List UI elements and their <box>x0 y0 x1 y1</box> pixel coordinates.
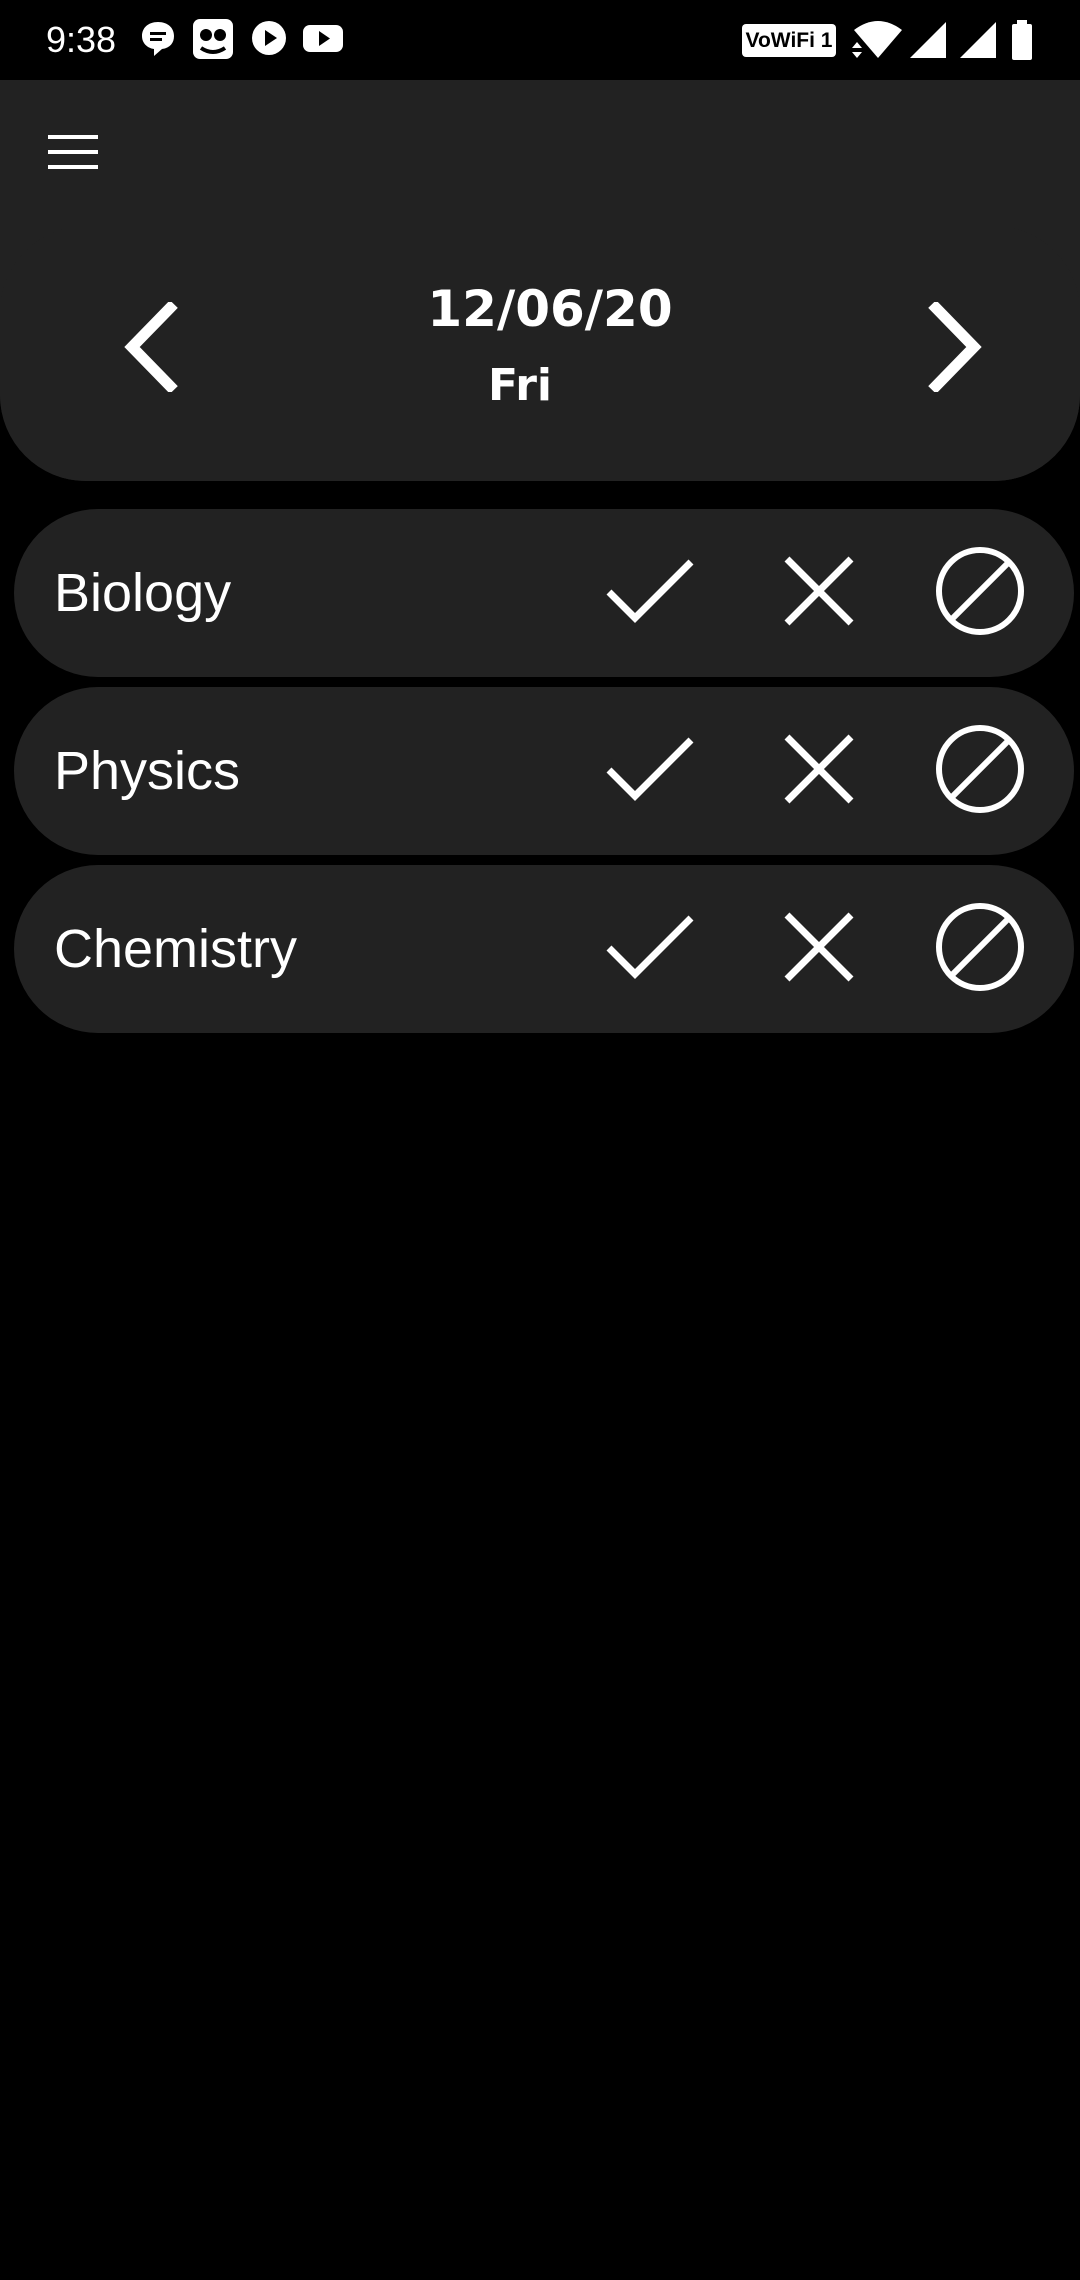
mark-present-button[interactable] <box>600 899 700 999</box>
status-time: 9:38 <box>46 19 117 60</box>
menu-button[interactable] <box>28 116 118 192</box>
mark-present-button[interactable] <box>600 721 700 821</box>
check-icon <box>605 556 695 630</box>
chat-bubble-icon <box>140 18 176 62</box>
check-icon <box>605 912 695 986</box>
mark-cancelled-button[interactable] <box>930 899 1030 999</box>
status-bar: 9:38 VoWiFi 1 <box>0 0 1080 80</box>
subject-row-biology: Biology <box>14 509 1074 677</box>
check-icon <box>605 734 695 808</box>
signal-icon <box>908 18 948 62</box>
wifi-calling-badge: VoWiFi 1 <box>742 24 836 57</box>
mark-cancelled-button[interactable] <box>930 543 1030 643</box>
mark-absent-button[interactable] <box>769 543 869 643</box>
subject-row-chemistry: Chemistry <box>14 865 1074 1033</box>
previous-day-button[interactable] <box>100 294 200 404</box>
mark-cancelled-button[interactable] <box>930 721 1030 821</box>
app-bar <box>0 80 1080 226</box>
mark-present-button[interactable] <box>600 543 700 643</box>
mark-absent-button[interactable] <box>769 721 869 821</box>
close-icon <box>783 911 855 987</box>
subject-name: Biology <box>54 563 232 623</box>
youtube-icon <box>302 18 344 62</box>
hamburger-menu-icon <box>48 134 98 174</box>
wifi-icon <box>852 18 904 62</box>
subject-name: Physics <box>54 741 241 801</box>
signal-icon <box>958 18 998 62</box>
mark-absent-button[interactable] <box>769 899 869 999</box>
day-label: Fri <box>487 360 553 411</box>
battery-icon <box>1010 18 1034 62</box>
chevron-right-icon <box>926 300 986 396</box>
block-icon <box>934 545 1026 641</box>
block-icon <box>934 901 1026 997</box>
subject-name: Chemistry <box>54 919 298 979</box>
close-icon <box>783 555 855 631</box>
close-icon <box>783 733 855 809</box>
cat-app-icon <box>192 18 234 62</box>
next-day-button[interactable] <box>906 294 1006 404</box>
chevron-left-icon <box>120 300 180 396</box>
block-icon <box>934 723 1026 819</box>
date-header: 12/06/20 Fri <box>0 226 1080 481</box>
play-circle-icon <box>250 18 288 62</box>
date-label: 12/06/20 <box>427 280 673 338</box>
subject-row-physics: Physics <box>14 687 1074 855</box>
